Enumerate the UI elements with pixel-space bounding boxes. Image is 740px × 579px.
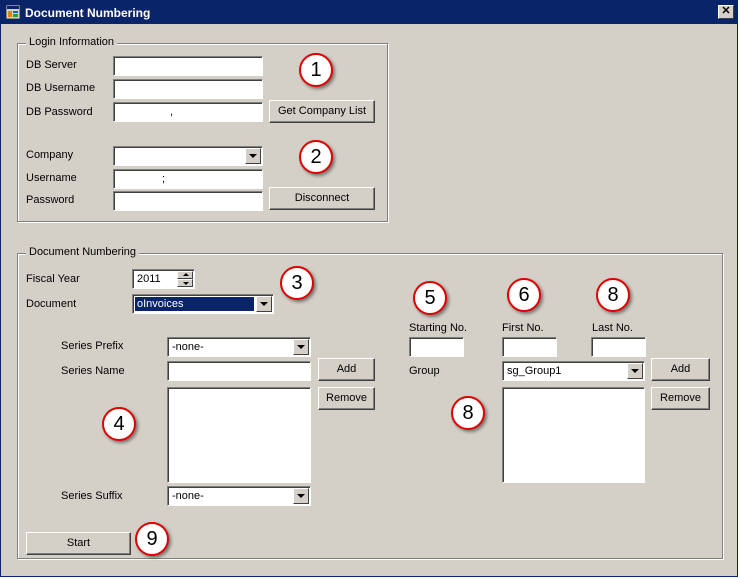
password-label: Password: [26, 194, 75, 206]
client-area: Login Information DB Server DB Username …: [1, 24, 737, 576]
starting-no-label: Starting No.: [409, 322, 468, 334]
db-password-label: DB Password: [26, 106, 93, 118]
close-icon: ✕: [721, 5, 731, 17]
document-label: Document: [26, 298, 77, 310]
db-password-input[interactable]: ,: [113, 102, 263, 122]
group-add-button[interactable]: Add: [651, 358, 710, 381]
series-list[interactable]: [167, 387, 311, 483]
group-label: Group: [409, 365, 440, 377]
group-select[interactable]: sg_Group1: [502, 361, 645, 381]
series-suffix-label: Series Suffix: [61, 490, 123, 502]
spin-up-icon[interactable]: [177, 271, 193, 279]
last-no-input[interactable]: [591, 337, 646, 357]
first-no-input[interactable]: [502, 337, 557, 357]
chevron-down-icon[interactable]: [256, 296, 272, 312]
annotation-marker-5: 5: [413, 281, 447, 315]
document-select-value: oInvoices: [135, 297, 254, 311]
document-numbering-title: Document Numbering: [26, 246, 139, 258]
chevron-down-icon[interactable]: [293, 488, 309, 504]
series-name-label: Series Name: [61, 365, 125, 377]
annotation-marker-3: 3: [280, 266, 314, 300]
db-server-label: DB Server: [26, 59, 77, 71]
series-suffix-value: -none-: [172, 490, 204, 502]
close-button[interactable]: ✕: [718, 5, 734, 19]
start-button[interactable]: Start: [26, 532, 131, 555]
document-numbering-window: Document Numbering ✕ Login Information D…: [0, 0, 738, 577]
group-select-value: sg_Group1: [507, 365, 562, 377]
annotation-marker-8-group: 8: [451, 396, 485, 430]
chevron-down-icon[interactable]: [293, 339, 309, 355]
series-remove-button[interactable]: Remove: [318, 387, 375, 410]
title-bar[interactable]: Document Numbering ✕: [1, 1, 737, 24]
password-input[interactable]: [113, 191, 263, 211]
last-no-label: Last No.: [592, 322, 633, 334]
series-add-button[interactable]: Add: [318, 358, 375, 381]
series-prefix-value: -none-: [172, 341, 204, 353]
db-username-input[interactable]: [113, 79, 263, 99]
disconnect-button[interactable]: Disconnect: [269, 187, 375, 210]
spin-down-icon[interactable]: [177, 279, 193, 287]
annotation-marker-8-top: 8: [596, 278, 630, 312]
annotation-marker-2: 2: [299, 140, 333, 174]
username-input[interactable]: ;: [113, 169, 263, 189]
group-remove-button[interactable]: Remove: [651, 387, 710, 410]
db-username-label: DB Username: [26, 82, 96, 94]
db-server-input[interactable]: [113, 56, 263, 76]
login-information-title: Login Information: [26, 36, 117, 48]
group-list[interactable]: [502, 387, 645, 483]
username-label: Username: [26, 172, 77, 184]
window-title: Document Numbering: [25, 6, 151, 20]
company-select[interactable]: [113, 146, 263, 166]
fiscal-year-spinner[interactable]: 2011: [132, 269, 195, 289]
annotation-marker-1: 1: [299, 53, 333, 87]
document-select[interactable]: oInvoices: [132, 294, 274, 314]
app-window-icon: [6, 5, 20, 19]
annotation-marker-4: 4: [102, 407, 136, 441]
series-suffix-select[interactable]: -none-: [167, 486, 311, 506]
annotation-marker-6: 6: [507, 278, 541, 312]
series-name-input[interactable]: [167, 361, 311, 381]
fiscal-year-label: Fiscal Year: [26, 273, 80, 285]
starting-no-input[interactable]: [409, 337, 464, 357]
fiscal-year-value: 2011: [137, 273, 161, 285]
series-prefix-label: Series Prefix: [61, 340, 124, 352]
company-label: Company: [26, 149, 74, 161]
chevron-down-icon[interactable]: [245, 148, 261, 164]
annotation-marker-9: 9: [135, 522, 169, 556]
chevron-down-icon[interactable]: [627, 363, 643, 379]
series-prefix-select[interactable]: -none-: [167, 337, 311, 357]
get-company-list-button[interactable]: Get Company List: [269, 100, 375, 123]
first-no-label: First No.: [502, 322, 544, 334]
